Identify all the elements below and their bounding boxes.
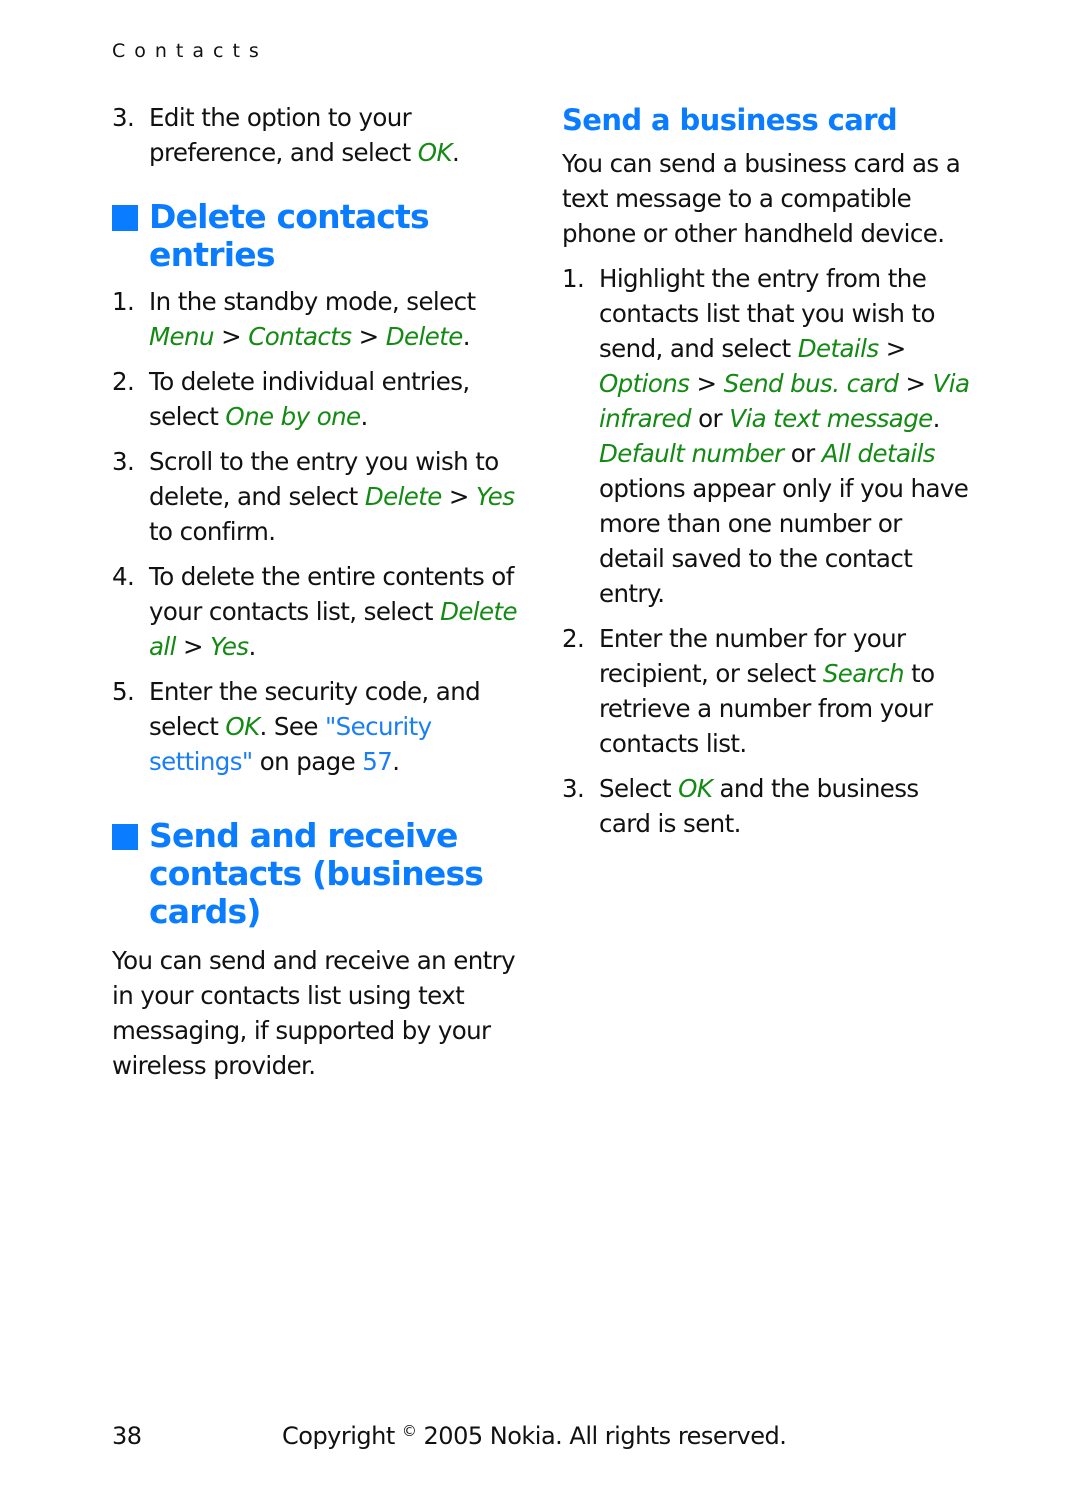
menu-term: All details [821,439,936,468]
list-item: 5. Enter the security code, and select O… [112,674,522,779]
send-card-steps: 1. Highlight the entry from the contacts… [562,261,972,841]
step-text: > [213,322,249,351]
menu-term: Via text message [729,404,933,433]
copyright-text: 2005 Nokia. All rights reserved. [416,1422,787,1450]
step-text: . See [259,712,326,741]
heading-square-icon [112,824,138,850]
step-number: 3. [112,103,135,132]
copyright-symbol: © [401,1422,417,1440]
send-receive-paragraph: You can send and receive an entry in you… [112,946,516,1080]
list-item: 3. Edit the option to your preference, a… [112,100,522,170]
step-text: . [451,138,460,167]
step-number: 5. [112,677,135,706]
step-text: In the standby mode, select [149,287,476,316]
step-number: 1. [112,287,135,316]
step-text: . [360,402,369,431]
step-text: or [690,404,730,433]
list-item: 4. To delete the entire contents of your… [112,559,522,664]
list-item: 2. To delete individual entries, select … [112,364,522,434]
copyright-notice: Copyright © 2005 Nokia. All rights reser… [282,1422,787,1450]
step-text: > [898,369,933,398]
step-text: on page [252,747,363,776]
menu-term: Yes [210,632,249,661]
menu-term: Send bus. card [723,369,899,398]
section-heading-send-receive: Send and receive contacts (business card… [112,817,522,931]
step-text: or [783,439,822,468]
menu-term: Delete [385,322,464,351]
heading-text: Delete contacts entries [149,197,430,274]
continued-steps: 3. Edit the option to your preference, a… [112,100,522,170]
step-text: Edit the option to your preference, and … [149,103,418,167]
step-text: Select [599,774,679,803]
step-text: > [351,322,386,351]
menu-term: Default number [599,439,784,468]
running-head: Contacts [112,40,268,62]
section-heading-delete: Delete contacts entries [112,198,522,274]
menu-term: One by one [225,402,361,431]
list-item: 2. Enter the number for your recipient, … [562,621,972,761]
subsection-heading-send-card: Send a business card [562,103,898,137]
step-number: 3. [562,774,585,803]
menu-term: Search [822,659,905,688]
step-text: options appear only if you have more tha… [599,474,969,608]
right-column: Send a business card You can send a busi… [562,100,972,851]
page-57-link[interactable]: 57 [362,747,393,776]
delete-steps: 1. In the standby mode, select Menu > Co… [112,284,522,779]
step-text: . [392,747,400,776]
left-column: 3. Edit the option to your preference, a… [112,100,522,1083]
step-text: . [248,632,256,661]
step-text: > [441,482,477,511]
step-number: 2. [562,624,585,653]
menu-term: Delete [364,482,443,511]
step-text: to confirm. [149,517,276,546]
menu-term: Menu [149,322,214,351]
step-number: 2. [112,367,135,396]
page-number: 38 [112,1422,142,1450]
menu-term: OK [678,774,713,803]
menu-term: Contacts [248,322,352,351]
list-item: 1. In the standby mode, select Menu > Co… [112,284,522,354]
list-item: 3. Select OK and the business card is se… [562,771,972,841]
menu-term: Yes [476,482,515,511]
menu-term: OK [225,712,260,741]
list-item: 1. Highlight the entry from the contacts… [562,261,972,611]
step-number: 4. [112,562,135,591]
step-text: > [689,369,724,398]
step-text: > [175,632,211,661]
step-text: . [932,404,941,433]
step-text: . [462,322,471,351]
heading-text: Send and receive contacts (business card… [149,816,484,931]
menu-term: Options [599,369,690,398]
send-card-intro: You can send a business card as a text m… [562,149,961,248]
menu-term: Details [797,334,879,363]
step-text: > [878,334,907,363]
copyright-text: Copyright [282,1422,402,1450]
heading-square-icon [112,205,138,231]
step-number: 3. [112,447,135,476]
menu-term: OK [417,138,453,167]
step-number: 1. [562,264,585,293]
list-item: 3. Scroll to the entry you wish to delet… [112,444,522,549]
